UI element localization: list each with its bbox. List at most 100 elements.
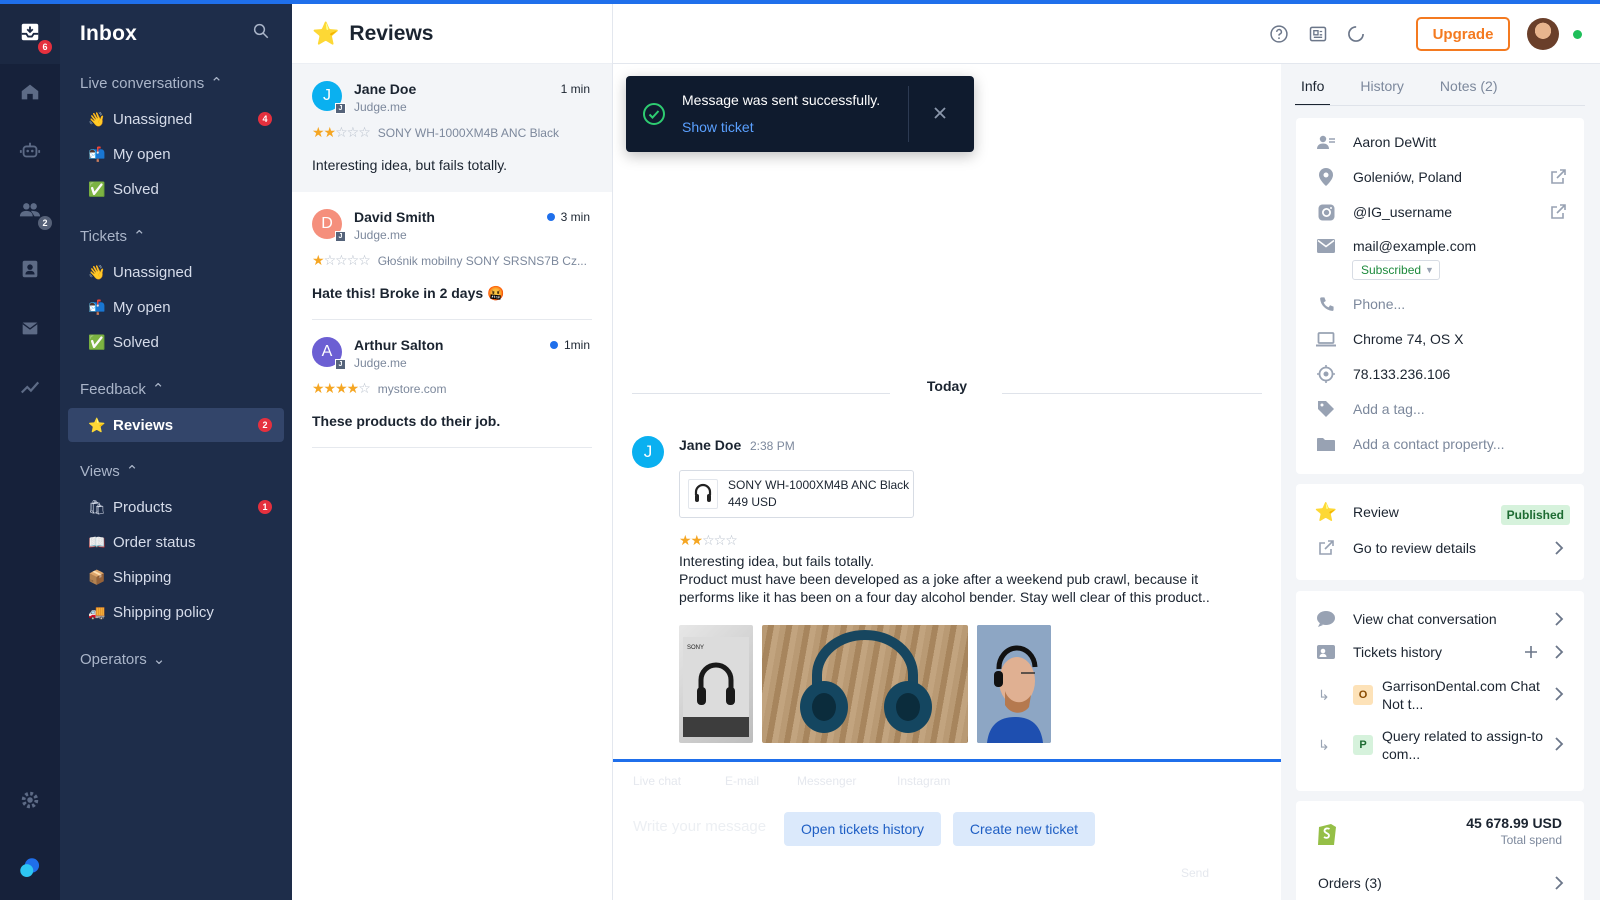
message-input[interactable]: Write your message: [633, 818, 766, 835]
package-icon: 📦: [88, 568, 106, 585]
status-loader-icon[interactable]: [1346, 24, 1366, 49]
star-rating: ★☆☆☆☆: [312, 252, 371, 268]
review-details-link: Go to review details: [1353, 540, 1476, 556]
review-rating-row: ★★★★☆ mystore.com: [312, 380, 594, 397]
orders-row[interactable]: Orders (3): [1296, 869, 1584, 897]
app-rail: 6 2: [0, 0, 60, 900]
section-tickets[interactable]: Tickets ⌃: [80, 227, 146, 246]
add-ticket-plus-icon[interactable]: [1524, 645, 1538, 664]
rail-settings[interactable]: [0, 780, 60, 820]
section-views[interactable]: Views ⌃: [80, 462, 138, 481]
view-chat-link: View chat conversation: [1353, 611, 1497, 627]
ticket-item-garrison[interactable]: ↳ O GarrisonDental.com Chat Not t...: [1296, 675, 1584, 719]
composer-tab-messenger[interactable]: Messenger: [797, 774, 856, 788]
add-tag-row[interactable]: Add a tag...: [1296, 395, 1584, 423]
star-rating: ★★★★☆: [312, 380, 371, 396]
add-property-row[interactable]: Add a contact property...: [1296, 430, 1584, 458]
composer-tab-email[interactable]: E-mail: [725, 774, 759, 788]
check-circle-icon: [642, 102, 666, 131]
review-card-arthur-salton[interactable]: A J Arthur Salton Judge.me 1min ★★★★☆ my…: [292, 320, 612, 448]
product-name: Głośnik mobilny SONY SRSNS7B Cz...: [377, 253, 587, 268]
subscription-dropdown[interactable]: Subscribed ▼: [1352, 260, 1440, 280]
composer-tab-instagram[interactable]: Instagram: [897, 774, 950, 788]
headphones-on-wood-photo[interactable]: [762, 625, 968, 743]
review-card-jane-doe[interactable]: J J Jane Doe Judge.me 1 min ★★☆☆☆ SONY W…: [292, 64, 612, 192]
rail-bots[interactable]: [0, 131, 60, 171]
show-ticket-link[interactable]: Show ticket: [682, 119, 754, 135]
help-icon[interactable]: [1269, 24, 1289, 49]
send-button[interactable]: Send: [1181, 866, 1209, 880]
sidebar-item-products[interactable]: 🛍 Products 1: [68, 490, 284, 524]
sidebar-item-order-status[interactable]: 📖 Order status: [68, 525, 284, 559]
man-wearing-headphones-photo[interactable]: [977, 625, 1051, 743]
headphones-icon: [688, 479, 718, 509]
rail-team[interactable]: 2: [0, 190, 60, 230]
check-box-icon: ✅: [88, 333, 106, 350]
divider: [312, 447, 592, 448]
rail-inbox[interactable]: 6: [0, 0, 60, 64]
time-label: 3 min: [560, 210, 590, 224]
contact-phone: Phone...: [1353, 296, 1406, 312]
brand-logo-icon: [20, 858, 40, 878]
section-label: Live conversations: [80, 74, 205, 92]
view-chat-row[interactable]: View chat conversation: [1296, 605, 1584, 633]
top-bar: Upgrade: [613, 4, 1600, 64]
sidebar-item-shipping-policy[interactable]: 🚚 Shipping policy: [68, 595, 284, 629]
chevron-right-icon: [1554, 737, 1564, 756]
chat-bubble-icon: [1316, 610, 1336, 628]
tickets-history-row[interactable]: Tickets history: [1296, 638, 1584, 666]
tab-history[interactable]: History: [1354, 74, 1410, 106]
product-name: mystore.com: [377, 381, 447, 396]
reviewer-name: Arthur Salton: [354, 337, 444, 353]
composer-tab-live-chat[interactable]: Live chat: [633, 774, 681, 788]
rail-analytics[interactable]: [0, 367, 60, 407]
sidebar-item-shipping[interactable]: 📦 Shipping: [68, 560, 284, 594]
external-link-icon[interactable]: [1550, 169, 1566, 190]
success-toast: Message was sent successfully. Show tick…: [626, 76, 974, 152]
contact-email-row[interactable]: mail@example.com: [1296, 232, 1584, 260]
news-icon[interactable]: [1308, 24, 1328, 49]
section-live-conversations[interactable]: Live conversations ⌃: [80, 74, 223, 93]
sidebar-item-label: Shipping policy: [113, 603, 214, 621]
tab-notes[interactable]: Notes (2): [1434, 74, 1504, 106]
section-operators[interactable]: Operators ⌄: [80, 650, 165, 669]
headphones-box-photo[interactable]: SONY: [679, 625, 753, 743]
chevron-up-icon: ⌃: [151, 381, 165, 398]
tab-info[interactable]: Info: [1295, 74, 1331, 106]
sidebar-item-label: Solved: [113, 180, 159, 198]
contact-instagram-row[interactable]: @IG_username: [1296, 198, 1584, 226]
sidebar-title: Inbox: [80, 22, 137, 45]
total-spend: 45 678.99 USD Total spend: [1466, 815, 1562, 847]
sidebar-item-tickets-my-open[interactable]: 📬 My open: [68, 290, 284, 324]
external-link-icon[interactable]: [1550, 204, 1566, 225]
rail-campaigns[interactable]: [0, 308, 60, 348]
review-card-david-smith[interactable]: D J David Smith Judge.me 3 min ★☆☆☆☆ Gło…: [292, 192, 612, 320]
contact-phone-row[interactable]: Phone...: [1296, 290, 1584, 318]
rail-contacts[interactable]: [0, 249, 60, 289]
sidebar-item-label: Unassigned: [113, 110, 193, 128]
rail-home[interactable]: [0, 72, 60, 112]
sidebar-item-tickets-unassigned[interactable]: 👋 Unassigned: [68, 255, 284, 289]
search-icon[interactable]: [252, 22, 270, 45]
contact-name-row[interactable]: Aaron DeWitt: [1296, 128, 1584, 156]
sidebar-item-live-unassigned[interactable]: 👋 Unassigned 4: [68, 102, 284, 136]
sidebar-item-reviews[interactable]: ⭐ Reviews 2: [68, 408, 284, 442]
ticket-item-query[interactable]: ↳ P Query related to assign-to com...: [1296, 725, 1584, 769]
unread-dot: [546, 213, 555, 221]
sidebar-item-tickets-solved[interactable]: ✅ Solved: [68, 325, 284, 359]
sidebar-item-live-solved[interactable]: ✅ Solved: [68, 172, 284, 206]
upgrade-button[interactable]: Upgrade: [1416, 17, 1510, 51]
ticket-title: Query related to assign-to com...: [1382, 728, 1544, 762]
related-card: View chat conversation Tickets history ↳…: [1296, 591, 1584, 791]
product-card[interactable]: SONY WH-1000XM4B ANC Black 449 USD: [679, 470, 914, 518]
contact-location-row[interactable]: Goleniów, Poland: [1296, 163, 1584, 191]
review-details-row[interactable]: Go to review details: [1296, 534, 1584, 562]
home-icon: [21, 84, 39, 100]
open-tickets-history-button[interactable]: Open tickets history: [784, 812, 941, 846]
create-new-ticket-button[interactable]: Create new ticket: [953, 812, 1095, 846]
sidebar-item-live-my-open[interactable]: 📬 My open: [68, 137, 284, 171]
close-icon[interactable]: [932, 105, 948, 126]
user-avatar[interactable]: [1527, 18, 1559, 50]
section-feedback[interactable]: Feedback ⌃: [80, 380, 165, 399]
message-author-avatar: J: [632, 436, 664, 468]
